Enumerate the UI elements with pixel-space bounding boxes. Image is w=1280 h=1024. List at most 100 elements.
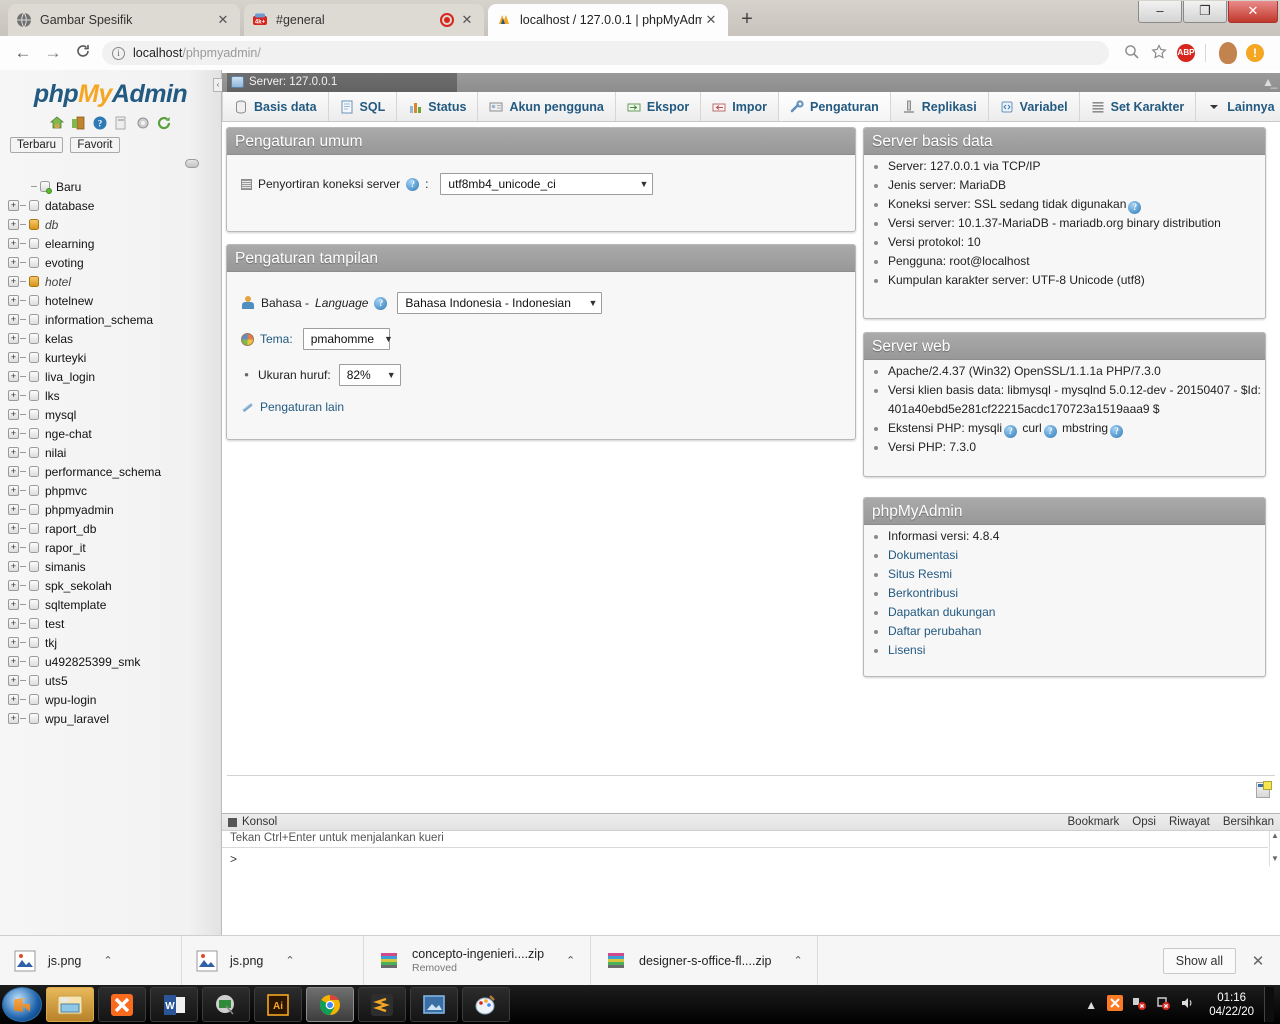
help-icon[interactable]: ? bbox=[406, 177, 420, 191]
expand-icon[interactable]: + bbox=[8, 523, 19, 534]
settings-icon[interactable] bbox=[135, 115, 151, 131]
expand-icon[interactable]: + bbox=[8, 390, 19, 401]
sidebar-database-elearning[interactable]: + elearning bbox=[8, 234, 221, 253]
taskbar-clock[interactable]: 01:16 04/22/20 bbox=[1199, 991, 1264, 1019]
download-menu-caret-icon[interactable]: ⌃ bbox=[103, 954, 112, 967]
pma-link-lisensi[interactable]: Lisensi bbox=[888, 643, 925, 657]
download-menu-caret-icon[interactable]: ⌃ bbox=[793, 954, 802, 967]
sidebar-database-rapor_it[interactable]: + rapor_it bbox=[8, 538, 221, 557]
breadcrumb[interactable]: Server: 127.0.0.1 bbox=[227, 73, 457, 92]
browser-tab-0[interactable]: Gambar Spesifik ✕ bbox=[8, 4, 240, 36]
tab-status[interactable]: Status bbox=[397, 92, 479, 121]
taskbar-illustrator-icon[interactable]: Ai bbox=[254, 987, 302, 1022]
sidebar-database-lks[interactable]: + lks bbox=[8, 386, 221, 405]
window-close-button[interactable]: ✕ bbox=[1228, 1, 1278, 23]
pma-link-daftar-perubahan[interactable]: Daftar perubahan bbox=[888, 624, 981, 638]
expand-icon[interactable]: + bbox=[8, 542, 19, 553]
scroll-down-icon[interactable]: ▼ bbox=[1270, 854, 1280, 864]
collation-select[interactable]: utf8mb4_unicode_ci ▼ bbox=[440, 173, 654, 195]
pma-link-situs-resmi[interactable]: Situs Resmi bbox=[888, 567, 952, 581]
address-bar[interactable]: i localhost/phpmyadmin/ bbox=[102, 41, 1109, 65]
tab-akun-pengguna[interactable]: Akun pengguna bbox=[478, 92, 616, 121]
taskbar-xampp-icon[interactable] bbox=[98, 987, 146, 1022]
help-icon[interactable]: ? bbox=[1004, 425, 1018, 438]
help-icon[interactable]: ? bbox=[92, 115, 108, 131]
sidebar-database-tkj[interactable]: + tkj bbox=[8, 633, 221, 652]
theme-select[interactable]: pmahomme ▼ bbox=[302, 328, 393, 350]
taskbar-word-icon[interactable]: W bbox=[150, 987, 198, 1022]
expand-icon[interactable]: + bbox=[8, 371, 19, 382]
tab-close-icon[interactable]: ✕ bbox=[458, 12, 476, 28]
sidebar-database-Baru[interactable]: Baru bbox=[8, 177, 221, 196]
taskbar-photo-viewer-icon[interactable] bbox=[410, 987, 458, 1022]
expand-icon[interactable]: + bbox=[8, 618, 19, 629]
download-menu-caret-icon[interactable]: ⌃ bbox=[285, 954, 294, 967]
action-center-icon[interactable] bbox=[1151, 995, 1175, 1014]
volume-icon[interactable] bbox=[1175, 995, 1199, 1014]
sidebar-database-raport_db[interactable]: + raport_db bbox=[8, 519, 221, 538]
sidebar-database-nilai[interactable]: + nilai bbox=[8, 443, 221, 462]
fontsize-select[interactable]: 82% ▼ bbox=[338, 364, 401, 386]
expand-icon[interactable]: + bbox=[8, 333, 19, 344]
expand-icon[interactable]: + bbox=[8, 466, 19, 477]
console-action-clear[interactable]: Bersihkan bbox=[1223, 816, 1274, 828]
start-button[interactable] bbox=[2, 987, 42, 1022]
scroll-up-icon[interactable]: ▲ bbox=[1270, 831, 1280, 841]
sidebar-database-performance_schema[interactable]: + performance_schema bbox=[8, 462, 221, 481]
expand-icon[interactable]: + bbox=[8, 200, 19, 211]
show-all-downloads-button[interactable]: Show all bbox=[1162, 947, 1236, 974]
taskbar-sublime-text-icon[interactable] bbox=[358, 987, 406, 1022]
show-hidden-icons[interactable]: ▲ bbox=[1079, 998, 1103, 1012]
sidebar-database-db[interactable]: + db bbox=[8, 215, 221, 234]
sidebar-database-kelas[interactable]: + kelas bbox=[8, 329, 221, 348]
tab-close-icon[interactable]: ✕ bbox=[214, 12, 232, 28]
recent-chip[interactable]: Terbaru bbox=[10, 137, 63, 153]
expand-icon[interactable]: + bbox=[8, 580, 19, 591]
expand-icon[interactable]: + bbox=[8, 314, 19, 325]
download-item[interactable]: js.png ⌃ bbox=[0, 935, 182, 986]
tab-close-icon[interactable]: ✕ bbox=[702, 12, 720, 28]
sidebar-database-spk_sekolah[interactable]: + spk_sekolah bbox=[8, 576, 221, 595]
download-item[interactable]: designer-s-office-fl....zip ⌃ bbox=[591, 935, 818, 986]
expand-icon[interactable]: + bbox=[8, 428, 19, 439]
sidebar-database-u492825399_smk[interactable]: + u492825399_smk bbox=[8, 652, 221, 671]
theme-label[interactable]: Tema: bbox=[260, 332, 293, 346]
tab-sql[interactable]: SQL bbox=[329, 92, 398, 121]
expand-icon[interactable]: + bbox=[8, 713, 19, 724]
console-input[interactable]: > bbox=[222, 848, 1280, 866]
tab-impor[interactable]: Impor bbox=[701, 92, 780, 121]
sidebar-database-sqltemplate[interactable]: + sqltemplate bbox=[8, 595, 221, 614]
pma-link-dokumentasi[interactable]: Dokumentasi bbox=[888, 548, 958, 562]
expand-icon[interactable]: + bbox=[8, 694, 19, 705]
sidebar-collapse-handle[interactable]: ‹ bbox=[213, 78, 222, 92]
tab-basis-data[interactable]: Basis data bbox=[222, 92, 329, 121]
bookmark-star-icon[interactable] bbox=[1145, 43, 1173, 63]
forward-button[interactable]: → bbox=[38, 43, 68, 63]
tab-pengaturan[interactable]: Pengaturan bbox=[779, 92, 891, 121]
taskbar-chrome-icon[interactable] bbox=[306, 987, 354, 1022]
sidebar-database-phpmvc[interactable]: + phpmvc bbox=[8, 481, 221, 500]
sidebar-database-mysql[interactable]: + mysql bbox=[8, 405, 221, 424]
taskbar-netbeans-icon[interactable] bbox=[202, 987, 250, 1022]
window-minimize-button[interactable]: – bbox=[1138, 1, 1182, 23]
sidebar-database-simanis[interactable]: + simanis bbox=[8, 557, 221, 576]
browser-tab-2[interactable]: localhost / 127.0.0.1 | phpMyAdm ✕ bbox=[488, 4, 728, 36]
help-icon[interactable]: ? bbox=[1128, 201, 1142, 214]
sidebar-database-database[interactable]: + database bbox=[8, 196, 221, 215]
expand-icon[interactable]: + bbox=[8, 352, 19, 363]
expand-icon[interactable]: + bbox=[8, 504, 19, 515]
tab-ekspor[interactable]: Ekspor bbox=[616, 92, 702, 121]
expand-icon[interactable]: + bbox=[8, 257, 19, 268]
reload-icon[interactable] bbox=[68, 43, 98, 64]
console-bar[interactable]: Konsol Bookmark Opsi Riwayat Bersihkan bbox=[222, 814, 1280, 831]
new-tab-button[interactable]: + bbox=[730, 6, 764, 34]
console-action-options[interactable]: Opsi bbox=[1132, 816, 1156, 828]
expand-icon[interactable]: + bbox=[8, 485, 19, 496]
console-action-bookmark[interactable]: Bookmark bbox=[1068, 816, 1120, 828]
expand-icon[interactable]: + bbox=[8, 409, 19, 420]
tab-variabel[interactable]: Variabel bbox=[989, 92, 1080, 121]
network-error-icon[interactable] bbox=[1127, 995, 1151, 1014]
sidebar-database-kurteyki[interactable]: + kurteyki bbox=[8, 348, 221, 367]
sidebar-database-information_schema[interactable]: + information_schema bbox=[8, 310, 221, 329]
expand-icon[interactable]: + bbox=[8, 238, 19, 249]
